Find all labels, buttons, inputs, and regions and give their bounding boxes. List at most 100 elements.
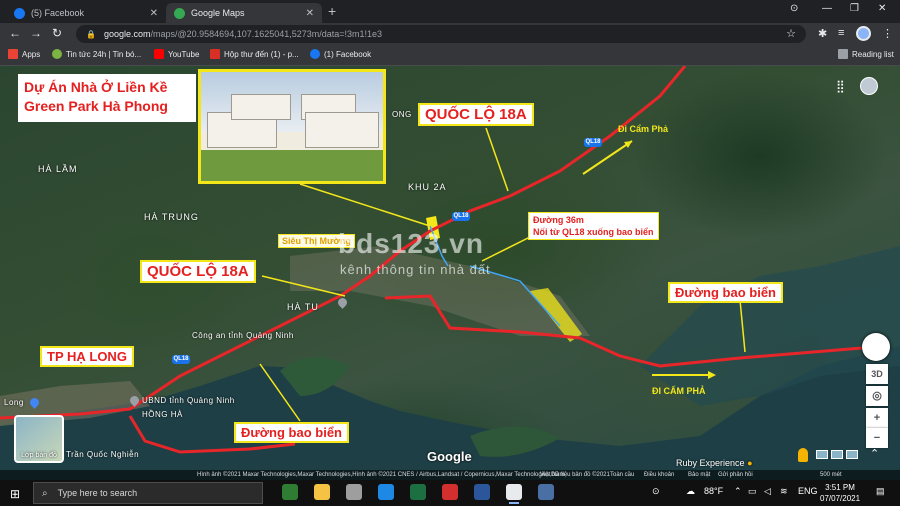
bookmark-label: Apps — [22, 49, 41, 59]
pdf-reader-icon[interactable] — [442, 484, 458, 500]
place-ha-lam: HÀ LẦM — [38, 164, 78, 174]
volume-icon[interactable]: ◁ — [764, 486, 771, 497]
wifi-icon[interactable]: ≋ — [780, 486, 788, 497]
input-language[interactable]: ENG — [798, 486, 818, 496]
taskbar-search[interactable]: ⌕ Type here to search — [33, 482, 263, 504]
app-icon[interactable] — [346, 484, 362, 500]
maps-icon — [174, 7, 185, 19]
clock-time: 3:51 PM — [825, 483, 855, 492]
bookmark-gmail[interactable]: Hộp thư đến (1) - p... — [210, 49, 299, 59]
leader-line — [485, 127, 509, 192]
profile-avatar[interactable] — [856, 26, 871, 41]
thumbnail[interactable] — [846, 450, 858, 459]
place-ruby-experience[interactable]: Ruby Experience ● — [676, 458, 753, 468]
compass-control[interactable] — [862, 333, 890, 361]
new-tab-button[interactable]: + — [328, 3, 336, 19]
menu-icon[interactable]: ⋮ — [882, 27, 893, 40]
global-link[interactable]: Toàn cầu — [610, 470, 634, 480]
excel-icon[interactable] — [410, 484, 426, 500]
watermark-subtitle: kênh thông tin nhà đất — [340, 262, 491, 277]
restore-button[interactable]: ❐ — [850, 3, 859, 14]
road-label-line: Đường 36m — [533, 215, 584, 225]
layer-label: Lớp bản đồ — [21, 452, 57, 459]
satellite-map[interactable]: HÀ LẦM HÀ TRUNG KHU 2A HÀ TU Công an tỉn… — [0, 66, 900, 480]
app-icon[interactable] — [538, 484, 554, 500]
imagery-thumbnails[interactable] — [816, 450, 861, 459]
minimize-button[interactable]: — — [822, 3, 832, 14]
back-button[interactable]: ← — [9, 26, 21, 40]
extensions-icon[interactable]: ✱ — [818, 27, 827, 40]
thumbnail[interactable] — [816, 450, 828, 459]
tab-google-maps[interactable]: Google Maps ✕ — [166, 3, 322, 23]
layer-switcher[interactable]: Lớp bản đồ — [14, 415, 64, 463]
close-icon[interactable]: ✕ — [306, 8, 314, 19]
highway-shield: QL18 — [172, 355, 190, 364]
thumbnail[interactable] — [831, 450, 843, 459]
app-icon[interactable] — [282, 484, 298, 500]
weather-temp[interactable]: 88°F — [704, 486, 723, 496]
forward-button[interactable]: → — [30, 26, 42, 40]
notifications-icon[interactable]: ▤ — [876, 486, 885, 497]
tab-facebook[interactable]: (5) Facebook ✕ — [6, 3, 166, 23]
bookmark-label: YouTube — [168, 49, 200, 59]
facebook-icon — [310, 49, 320, 59]
bookmark-news[interactable]: Tin tức 24h | Tin bó... — [52, 49, 141, 59]
street-view-pegman-icon[interactable] — [798, 448, 808, 462]
system-clock[interactable]: 3:51 PM 07/07/2021 — [820, 482, 860, 504]
highway-shield: QL18 — [584, 138, 602, 147]
reload-button[interactable]: ↻ — [52, 26, 62, 40]
scale-label[interactable]: 500 mét — [820, 470, 842, 480]
attribution-country: Việt Nam — [540, 472, 565, 478]
bookmarks-bar: Apps Tin tức 24h | Tin bó... YouTube Hộp… — [0, 45, 900, 66]
direction-cam-pha-top: Đi Cẩm Phả — [618, 124, 669, 134]
news-icon — [52, 49, 62, 59]
reading-list[interactable]: Reading list — [838, 49, 894, 59]
my-location-button[interactable]: ◎ — [866, 386, 888, 406]
facebook-icon — [14, 7, 25, 19]
project-render-image — [198, 69, 386, 184]
google-apps-icon[interactable]: ⣿ — [836, 79, 845, 93]
bookmark-facebook[interactable]: (1) Facebook — [310, 49, 371, 59]
feedback-link[interactable]: Gửi phản hồi — [718, 470, 753, 480]
tab-search-icon[interactable]: ⊙ — [790, 3, 798, 14]
callout-duong-bao-bien-bottom: Đường bao biển — [234, 422, 349, 443]
bookmark-star-icon[interactable]: ☆ — [786, 27, 796, 40]
road-label-line: Nối từ QL18 xuống bao biển — [533, 227, 654, 237]
windows-taskbar: ⊞ ⌕ Type here to search ⊙ ☁ 88°F ⌃ ▭ ◁ ≋… — [0, 480, 900, 506]
bookmark-label: Hộp thư đến (1) - p... — [224, 49, 299, 59]
tray-up-icon[interactable]: ⌃ — [734, 486, 742, 497]
window-close-button[interactable]: ✕ — [878, 3, 886, 14]
chrome-icon[interactable] — [506, 484, 522, 504]
zoom-out-button[interactable]: − — [866, 428, 888, 448]
address-bar[interactable]: 🔒 google.com /maps/@20.9584694,107.16250… — [76, 25, 806, 43]
google-logo: Google — [427, 449, 472, 464]
zoom-in-button[interactable]: + — [866, 408, 888, 428]
project-title-line: Dự Án Nhà Ở Liền Kề — [24, 79, 168, 95]
bookmark-label: (1) Facebook — [324, 49, 372, 59]
tilt-3d-button[interactable]: 3D — [866, 364, 888, 384]
highway-shield: QL18 — [452, 212, 470, 221]
expand-icon[interactable]: ⌃ — [870, 447, 879, 460]
file-explorer-icon[interactable] — [314, 484, 330, 500]
word-icon[interactable] — [474, 484, 490, 500]
bookmark-apps[interactable]: Apps — [8, 49, 40, 59]
terms-link[interactable]: Điều khoản — [644, 470, 674, 480]
lock-icon: 🔒 — [86, 29, 96, 39]
place-cong-an[interactable]: Công an tỉnh Quảng Ninh — [192, 331, 294, 340]
place-ha-tu: HÀ TU — [287, 302, 319, 312]
place-ubnd[interactable]: UBND tỉnh Quảng Ninh — [142, 396, 235, 405]
close-icon[interactable]: ✕ — [150, 8, 158, 19]
render-building — [305, 112, 379, 148]
windows-start-icon[interactable]: ⊞ — [10, 487, 20, 501]
privacy-link[interactable]: Bảo mật — [688, 470, 710, 480]
weather-icon[interactable]: ☁ — [686, 486, 695, 497]
bookmark-youtube[interactable]: YouTube — [154, 49, 199, 59]
zalo-icon[interactable] — [378, 484, 394, 500]
account-avatar[interactable] — [860, 77, 878, 95]
notification-chevron-icon[interactable]: ⊙ — [652, 486, 660, 497]
network-icon[interactable]: ▭ — [748, 486, 757, 497]
map-attribution-bar: Hình ảnh ©2021 Maxar Technologies,Maxar … — [0, 470, 900, 480]
place-long: Long — [4, 398, 24, 407]
reading-list-label: Reading list — [852, 49, 894, 59]
media-control-icon[interactable]: ≡ — [838, 27, 844, 39]
